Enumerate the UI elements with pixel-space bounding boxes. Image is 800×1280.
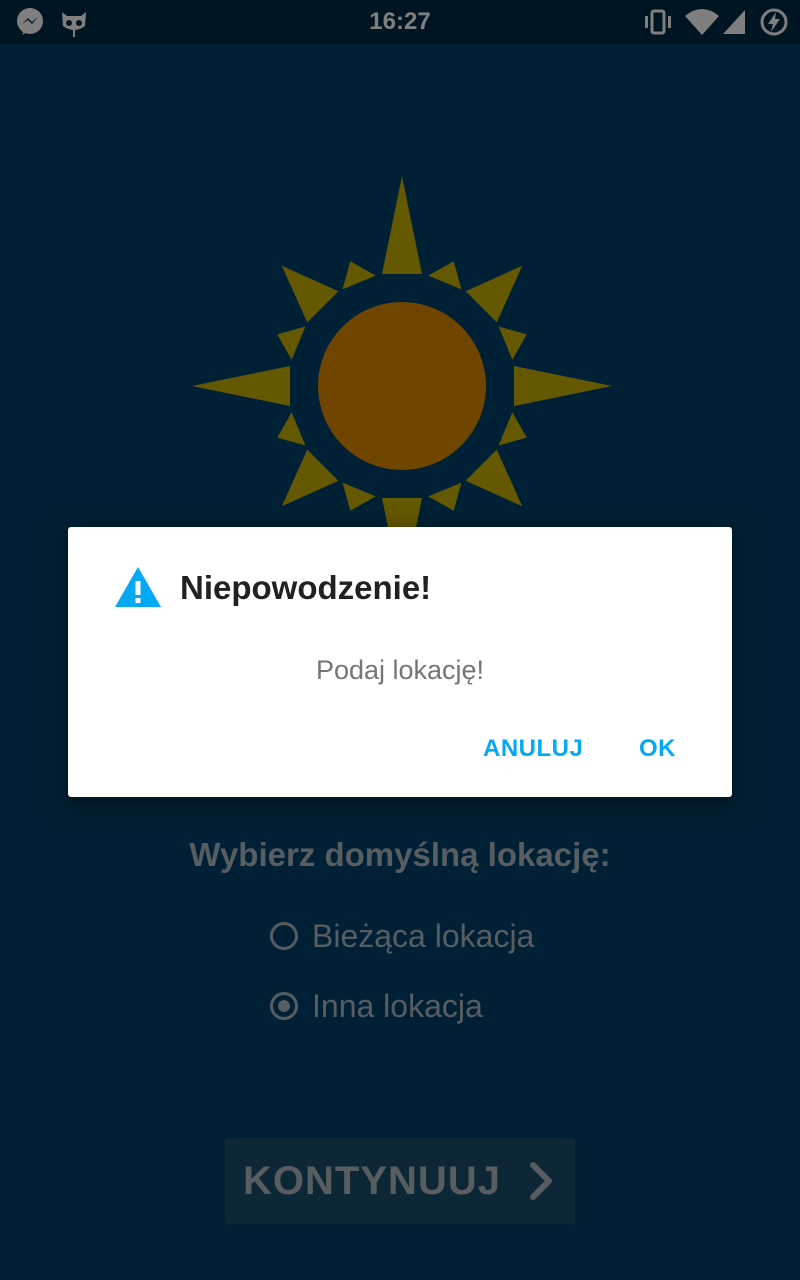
alert-dialog: Niepowodzenie! Podaj lokację! ANULUJ OK xyxy=(68,527,732,797)
dialog-message: Podaj lokację! xyxy=(315,655,485,685)
dialog-title: Niepowodzenie! xyxy=(180,569,432,606)
ok-button[interactable]: OK xyxy=(639,735,676,763)
warning-icon xyxy=(115,567,161,607)
cancel-button[interactable]: ANULUJ xyxy=(483,735,583,763)
